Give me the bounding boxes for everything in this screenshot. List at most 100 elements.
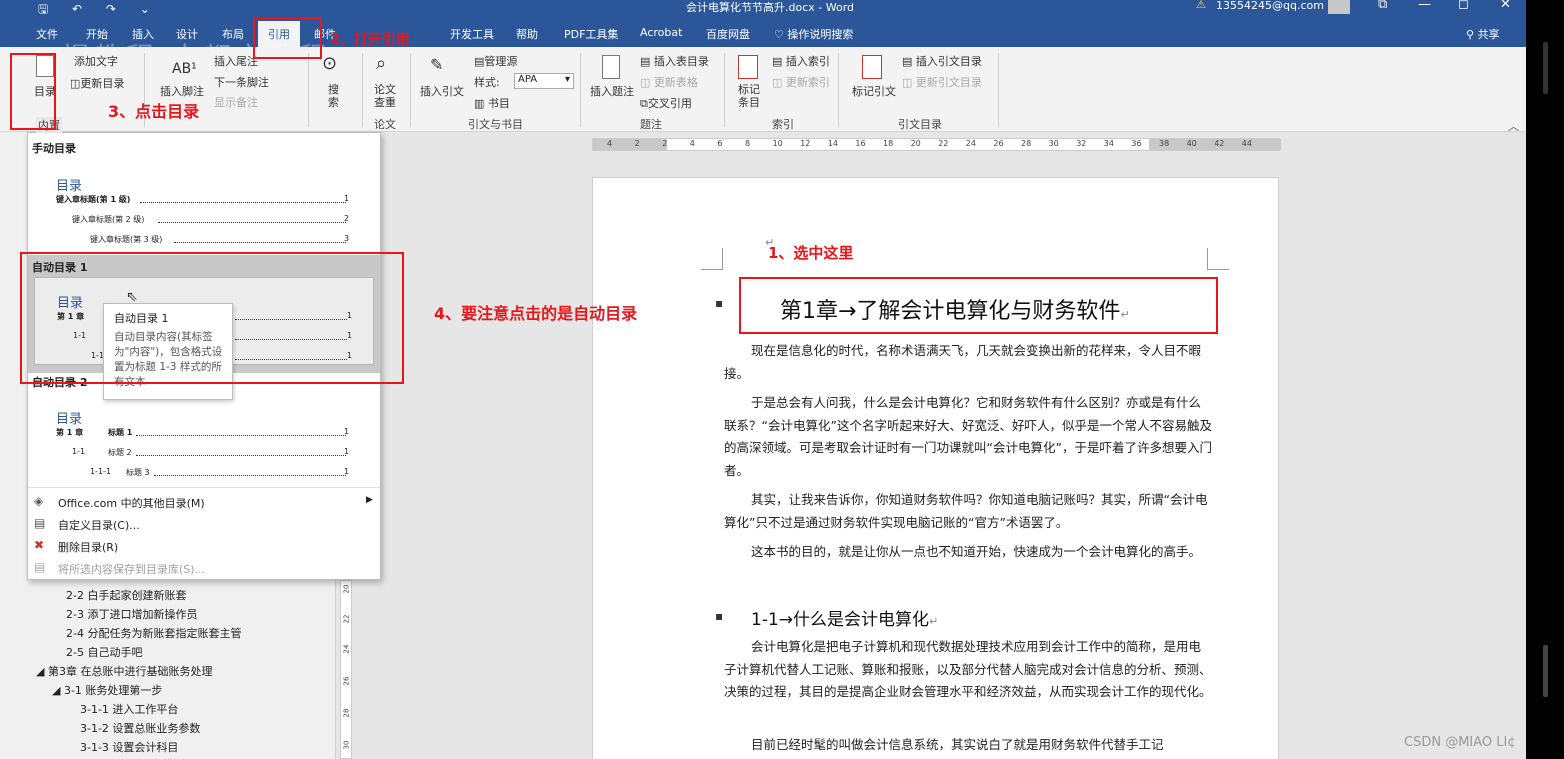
minimize-button[interactable]: — (1418, 0, 1431, 12)
update-index-button[interactable]: ◫ 更新索引 (772, 74, 830, 90)
account-email[interactable]: 13554245@qq.com (1216, 0, 1324, 12)
manage-sources-label: 管理源 (484, 55, 518, 68)
tab-baidu[interactable]: 百度网盘 (706, 26, 750, 42)
manage-sources-button[interactable]: ▤管理源 (474, 53, 517, 69)
update-index-label: 更新索引 (785, 76, 830, 89)
insert-table-of-figures-button[interactable]: ▤ 插入表目录 (640, 53, 709, 69)
ruler-tick: 8 (745, 139, 751, 148)
book-icon: ▥ (474, 97, 488, 110)
save-to-gallery-item[interactable]: ▤ 将所选内容保存到目录库(S)... (28, 559, 380, 579)
tab-help[interactable]: 帮助 (516, 26, 538, 42)
nav-item[interactable]: 3-1-2 设置总账业务参数 (80, 720, 200, 736)
nav-item[interactable]: 2-5 自己动手吧 (66, 644, 142, 660)
nav-item[interactable]: 2-2 白手起家创建新账套 (66, 587, 186, 603)
group-research-label: 论文 (374, 118, 396, 131)
next-footnote-button[interactable]: 下一条脚注 (214, 74, 269, 90)
bibliography-label: 书目 (487, 97, 510, 110)
update-toa-button[interactable]: ◫ 更新引文目录 (902, 74, 982, 90)
ruler-tick: 10 (772, 139, 783, 148)
ruler-tick: 2 (634, 139, 640, 148)
caption-icon (602, 55, 620, 79)
custom-toc-item[interactable]: ▤ 自定义目录(C)... (28, 515, 380, 535)
toc-dots (154, 470, 346, 476)
body-paragraph[interactable]: 这本书的目的，就是让你从一点也不知道开始，快速成为一个会计电算化的高手。 (724, 541, 1212, 564)
more-office-toc-item[interactable]: ◈ Office.com 中的其他目录(M) ▶ (28, 493, 380, 513)
nav-item-label: 第3章 在总账中进行基础账务处理 (47, 665, 213, 678)
toc-preview-line: 键入章标题(第 1 级) (56, 195, 131, 204)
nav-item[interactable]: 3-1-1 进入工作平台 (80, 701, 178, 717)
manual-toc-option[interactable]: 目录 键入章标题(第 1 级) 1 键入章标题(第 2 级) 2 键入章标题(第… (28, 157, 380, 253)
close-button[interactable]: ✕ (1500, 0, 1511, 12)
scrollbar-thumb[interactable] (1543, 645, 1548, 697)
tab-developer[interactable]: 开发工具 (450, 26, 494, 42)
remove-toc-item[interactable]: ✖ 删除目录(R) (28, 537, 380, 557)
annotation-box-auto-toc (20, 252, 404, 384)
body-paragraph[interactable]: 现在是信息化的时代，名称术语满天飞，几天就会变换出新的花样来，令人目不暇接。 (724, 340, 1212, 385)
vertical-ruler[interactable]: 20 22 24 26 28 30 (340, 580, 352, 759)
search-icon: ⊙ (322, 53, 338, 74)
nav-item-3-1[interactable]: ◢ 3-1 账务处理第一步 (52, 682, 162, 698)
tell-me-search[interactable]: ♡ 操作说明搜索 (774, 26, 853, 42)
update-toc-button[interactable]: ◫更新目录 (70, 75, 124, 91)
research-icon: ⌕ (376, 53, 387, 74)
maximize-button[interactable]: ◻ (1458, 0, 1469, 12)
mark-entry-icon (738, 55, 758, 79)
insert-endnote-button[interactable]: 插入尾注 (214, 53, 258, 69)
show-notes-button[interactable]: 显示备注 (214, 94, 258, 110)
scrollbar-thumb[interactable] (1543, 42, 1548, 94)
tab-acrobat[interactable]: Acrobat (640, 26, 682, 39)
vruler-tick: 26 (342, 676, 351, 686)
warning-icon[interactable]: ⚠ (1196, 0, 1206, 11)
body-paragraph[interactable]: 其实，让我来告诉你，你知道财务软件吗？你知道电脑记账吗？其实，所谓“会计电算化”… (724, 489, 1212, 534)
research-button[interactable]: 论文查重 (374, 83, 398, 109)
nav-item[interactable]: 2-3 添丁进口增加新操作员 (66, 606, 197, 622)
toc-page-number: 1 (344, 447, 350, 456)
add-text-button[interactable]: 添加文字 (74, 53, 118, 69)
citation-icon: ✎ (430, 55, 444, 74)
insert-toa-button[interactable]: ▤ 插入引文目录 (902, 53, 982, 69)
document-page[interactable]: ↵ ▪ 第1章→了解会计电算化与财务软件↵ 现在是信息化的时代，名称术语满天飞，… (592, 177, 1279, 759)
toc-preview-line: 标题 2 (108, 448, 132, 457)
insert-index-label: 插入索引 (785, 55, 830, 68)
insert-caption-button[interactable]: 插入题注 (590, 83, 634, 99)
tab-pdf[interactable]: PDF工具集 (564, 26, 618, 42)
horizontal-ruler[interactable]: 4 2 2 4 6 8 10 12 14 16 18 20 22 24 26 28 30 32 34 36 38 40 42… (592, 138, 1281, 151)
annotation-box-references (253, 17, 322, 59)
mark-entry-button[interactable]: 标记条目 (738, 83, 762, 109)
tab-file[interactable]: 文件 (36, 26, 58, 42)
search-button[interactable]: 搜索 (328, 83, 340, 109)
insert-index-button[interactable]: ▤ 插入索引 (772, 53, 830, 69)
body-paragraph[interactable]: 于是总会有人问我，什么是会计电算化？它和财务软件有什么区别？亦或是有什么联系？“… (724, 392, 1212, 482)
body-paragraph[interactable]: 目前已经时髦的叫做会计信息系统，其实说白了就是用财务软件代替手工记 (724, 734, 1212, 757)
body-paragraph[interactable]: 会计电算化是把电子计算机和现代数据处理技术应用到会计工作中的简称，是用电子计算机… (724, 636, 1212, 704)
update-table-button[interactable]: ◫ 更新表格 (640, 74, 698, 90)
section-heading[interactable]: 1-1→什么是会计电算化↵ (751, 605, 938, 630)
ribbon-display-button[interactable]: ⧉ (1378, 0, 1387, 12)
toc-preview-heading: 目录 (56, 179, 83, 194)
citation-style-value: APA (518, 74, 538, 85)
toc-dots (140, 197, 346, 203)
mark-citation-button[interactable]: 标记引文 (852, 83, 896, 99)
lightbulb-icon: ♡ (774, 28, 788, 41)
ruler-tick: 4 (607, 139, 613, 148)
cross-reference-button[interactable]: ⧉交叉引用 (640, 95, 692, 111)
citation-style-select[interactable]: APA ▾ (514, 73, 574, 89)
toc-page-number: 1 (344, 427, 350, 436)
insert-footnote-button[interactable]: 插入脚注 (160, 83, 204, 99)
toc-preview-line: 键入章标题(第 2 级) (72, 215, 145, 224)
nav-item[interactable]: 3-1-3 设置会计科目 (80, 739, 178, 755)
bibliography-button[interactable]: ▥ 书目 (474, 95, 510, 111)
toa-icon: ▤ (902, 55, 916, 68)
mark-citation-icon (862, 55, 882, 79)
nav-item[interactable]: 2-4 分配任务为新账套指定账套主管 (66, 625, 241, 641)
ruler-tick: 30 (1048, 139, 1059, 148)
collapse-ribbon-icon[interactable]: ︿ (1508, 118, 1519, 134)
nav-item-chapter3[interactable]: ◢ 第3章 在总账中进行基础账务处理 (36, 663, 212, 679)
ruler-tick: 38 (1159, 139, 1170, 148)
avatar[interactable] (1328, 0, 1350, 14)
annotation-step3: 3、点击目录 (108, 102, 200, 121)
insert-citation-button[interactable]: 插入引文 (420, 83, 464, 99)
ruler-tick: 26 (993, 139, 1004, 148)
share-button[interactable]: ⚲ 共享 (1466, 26, 1500, 42)
refresh-icon: ◫ (70, 77, 81, 90)
